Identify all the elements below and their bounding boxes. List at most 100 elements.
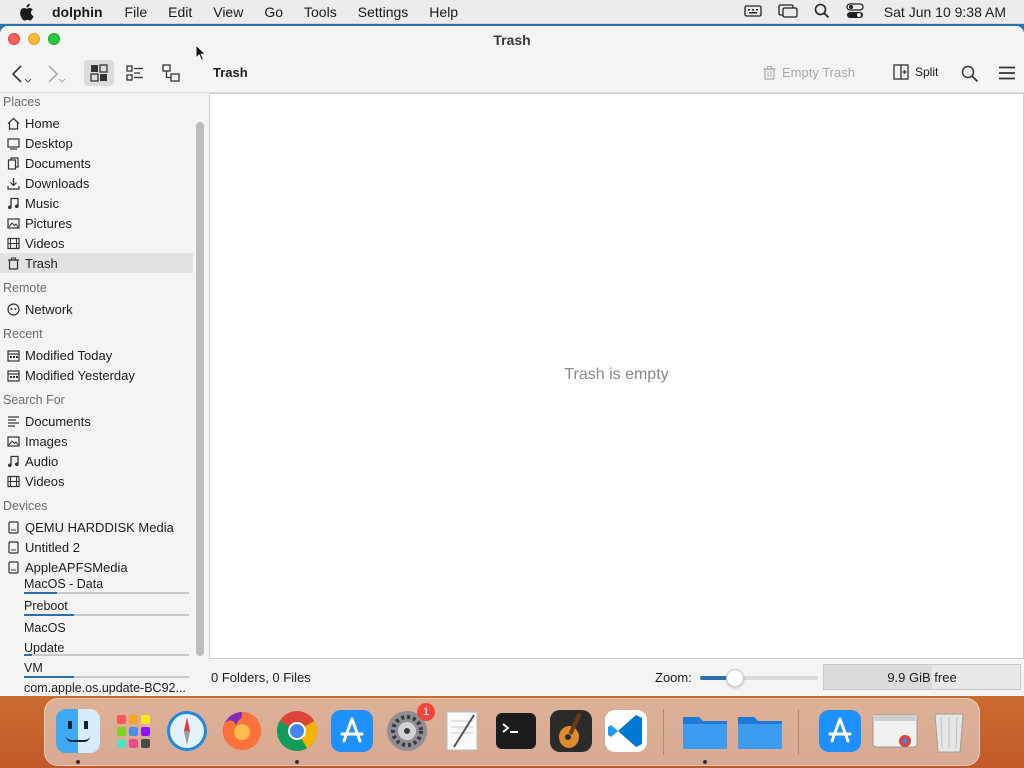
volume-label: VM [24, 661, 43, 675]
file-menu[interactable]: File [125, 4, 148, 20]
sidebar-item-label: Videos [25, 235, 65, 251]
help-menu[interactable]: Help [429, 4, 458, 20]
sidebar-item-documents[interactable]: Documents [0, 153, 193, 173]
title-bar[interactable]: Trash [0, 26, 1024, 53]
sidebar-item-label: Desktop [25, 135, 73, 151]
dock-dock-trash-icon[interactable] [925, 707, 973, 755]
zoom-slider-handle[interactable] [726, 669, 745, 687]
volume-label: Preboot [24, 599, 68, 613]
search-icon[interactable] [961, 65, 979, 83]
control-center-icon[interactable] [846, 2, 864, 22]
dock-safari-icon[interactable] [163, 707, 211, 755]
drive-icon [6, 540, 20, 554]
sidebar-item-label: Pictures [25, 215, 72, 231]
sidebar-item-trash[interactable]: Trash [0, 253, 193, 273]
view-menu[interactable]: View [213, 4, 243, 20]
edit-menu[interactable]: Edit [168, 4, 192, 20]
search-for-group-title: Search For [3, 393, 65, 407]
menubar-clock[interactable]: Sat Jun 10 9:38 AM [884, 4, 1006, 20]
dock-vscode-icon[interactable] [602, 707, 650, 755]
volume-vm[interactable]: VM [0, 657, 193, 679]
dock-app-store-icon[interactable] [328, 707, 376, 755]
details-view-button[interactable] [156, 60, 186, 86]
dolphin-window: Trash Trash Empty Trash Split Places Hom… [0, 26, 1024, 696]
window-title: Trash [493, 31, 531, 48]
keyboard-input-icon[interactable] [744, 4, 762, 21]
dock-system-settings-icon[interactable]: 1 [383, 703, 435, 755]
sidebar-item-label: Trash [25, 255, 58, 271]
dock-folder-icon[interactable] [681, 707, 729, 755]
icons-view-button[interactable] [84, 60, 114, 86]
volume-macos-data[interactable]: MacOS - Data [0, 577, 193, 595]
forward-button[interactable] [42, 63, 68, 85]
sidebar-item-music[interactable]: Music [0, 193, 193, 213]
dock-firefox-icon[interactable] [218, 707, 266, 755]
settings-menu[interactable]: Settings [358, 4, 409, 20]
dock-folder-icon[interactable] [736, 707, 784, 755]
image-icon [6, 434, 20, 448]
volume-usage-bar [24, 676, 189, 678]
sidebar-item-downloads[interactable]: Downloads [0, 173, 193, 193]
go-menu[interactable]: Go [264, 4, 283, 20]
empty-trash-button[interactable]: Empty Trash [763, 65, 855, 80]
location-breadcrumb[interactable]: Trash [213, 65, 248, 80]
spotlight-search-icon[interactable] [814, 3, 830, 22]
sidebar-item-search-documents[interactable]: Documents [0, 411, 193, 431]
dock-app-store-icon[interactable] [816, 707, 864, 755]
sidebar-item-pictures[interactable]: Pictures [0, 213, 193, 233]
sidebar-item-label: Music [25, 195, 59, 211]
trash-icon [6, 256, 20, 270]
sidebar-item-search-images[interactable]: Images [0, 431, 193, 451]
hamburger-menu-icon[interactable] [998, 66, 1016, 80]
sidebar-item-desktop[interactable]: Desktop [0, 133, 193, 153]
volume-preboot[interactable]: Preboot [0, 595, 193, 617]
sidebar-item-modified-today[interactable]: Modified Today [0, 345, 193, 365]
dock-finder-icon[interactable] [54, 707, 102, 755]
recent-group-title: Recent [3, 327, 43, 341]
volume-os-update[interactable]: com.apple.os.update-BC92... [0, 679, 193, 696]
empty-folder-message: Trash is empty [564, 366, 669, 383]
dock-launchpad-icon[interactable] [109, 707, 157, 755]
apple-menu-icon[interactable] [18, 3, 36, 21]
volume-usage-bar [24, 654, 189, 656]
folder-file-count: 0 Folders, 0 Files [211, 670, 311, 685]
dock-separator [663, 709, 664, 755]
dock-terminal-icon[interactable] [492, 707, 540, 755]
sidebar-item-qemu-harddisk[interactable]: QEMU HARDDISK Media [0, 517, 193, 537]
sidebar-item-search-videos[interactable]: Videos [0, 471, 193, 491]
sidebar-item-apfs-media[interactable]: AppleAPFSMedia [0, 557, 193, 577]
file-view[interactable]: Trash is empty [209, 93, 1024, 659]
sidebar-item-label: Modified Today [25, 347, 113, 363]
sidebar-item-modified-yesterday[interactable]: Modified Yesterday [0, 365, 193, 385]
dock-garageband-icon[interactable] [547, 707, 595, 755]
status-bar: 0 Folders, 0 Files Zoom: 9.9 GiB free [209, 662, 1024, 692]
close-window-button[interactable] [8, 33, 20, 45]
calendar-icon [6, 368, 20, 382]
sidebar-item-untitled-2[interactable]: Untitled 2 [0, 537, 193, 557]
free-space-indicator[interactable]: 9.9 GiB free [823, 664, 1021, 690]
sidebar-item-home[interactable]: Home [0, 113, 193, 133]
tools-menu[interactable]: Tools [304, 4, 337, 20]
empty-trash-label: Empty Trash [782, 65, 855, 80]
sidebar-item-label: Documents [25, 413, 91, 429]
sidebar-item-network[interactable]: Network [0, 299, 193, 319]
volume-update[interactable]: Update [0, 639, 193, 657]
sidebar-item-videos[interactable]: Videos [0, 233, 193, 253]
home-icon [6, 116, 20, 130]
compact-view-button[interactable] [120, 60, 150, 86]
volume-macos[interactable]: MacOS [0, 617, 193, 639]
free-space-label: 9.9 GiB free [887, 669, 957, 685]
back-button[interactable] [8, 63, 34, 85]
dock-chrome-icon[interactable] [273, 707, 321, 755]
screen-mirroring-icon[interactable] [778, 3, 798, 21]
zoom-slider[interactable] [700, 669, 818, 687]
sidebar-item-search-audio[interactable]: Audio [0, 451, 193, 471]
dock-textedit-icon[interactable] [438, 707, 486, 755]
app-menu[interactable]: dolphin [52, 4, 103, 20]
zoom-window-button[interactable] [48, 33, 60, 45]
sidebar-scrollbar[interactable] [196, 122, 204, 656]
places-group-title: Places [3, 95, 41, 109]
dock-chrome-window-icon[interactable] [871, 707, 919, 755]
minimize-window-button[interactable] [28, 33, 40, 45]
split-view-button[interactable]: Split [893, 64, 938, 80]
